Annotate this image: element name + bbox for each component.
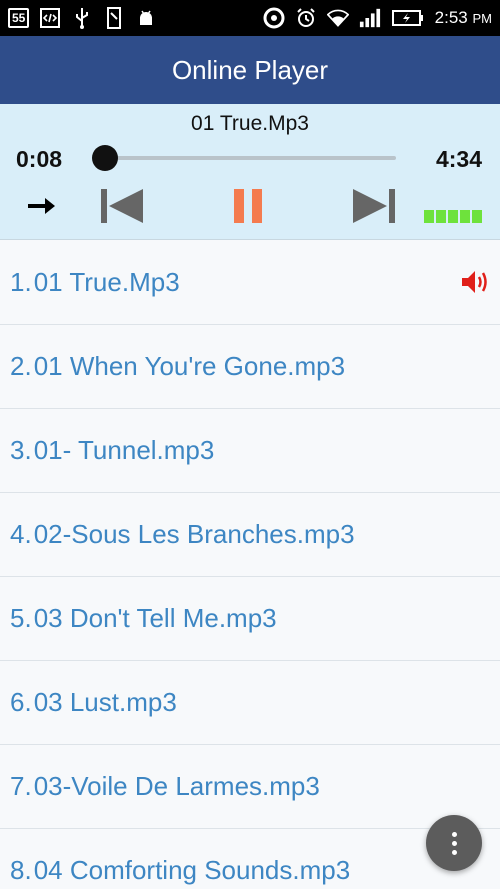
level-bar [424,210,434,223]
track-name: 03 Don't Tell Me.mp3 [33,603,277,633]
code-icon [39,7,61,29]
total-time: 4:34 [435,146,482,172]
track-number: 1. [10,267,32,297]
track-number: 8. [10,855,32,885]
player-panel: 01 True.Mp3 0:08 4:34 [0,104,500,240]
more-vert-icon-dot [451,831,457,837]
level-bar [472,210,482,223]
playlist-item[interactable]: 1. 01 True.Mp3 [0,241,500,325]
more-vert-icon-dot [451,849,457,855]
skip-previous-icon [101,189,143,223]
app-title: Online Player [171,54,329,85]
level-bar [460,210,470,223]
next-button[interactable] [348,184,400,228]
previous-button[interactable] [96,184,148,228]
seek-bar[interactable] [92,145,396,171]
pause-icon [234,189,262,223]
status-bar-right: 2:53 PM [263,7,492,29]
track-number: 5. [10,603,32,633]
usb-icon [71,7,93,29]
playlist: 1. 01 True.Mp3 2. 01 When You're Gone.mp3 … [0,241,500,889]
clock: 2:53 PM [435,8,492,28]
playlist-item[interactable]: 3. 01- Tunnel.mp3 [0,409,500,493]
app-bar: Online Player [0,36,500,104]
level-bar [436,210,446,223]
current-time: 0:08 [16,146,63,172]
track-name: 01 True.Mp3 [33,267,180,297]
track-number: 6. [10,687,32,717]
track-name: 01- Tunnel.mp3 [33,435,215,465]
clock-ampm: PM [472,11,493,26]
sd-card-icon [103,7,125,29]
alarm-icon [295,7,317,29]
track-number: 4. [10,519,32,549]
repeat-button[interactable] [20,184,64,228]
now-playing-title: 01 True.Mp3 [191,112,309,135]
playlist-item[interactable]: 7. 03-Voile De Larmes.mp3 [0,745,500,829]
arrow-right-icon [28,198,55,214]
seek-track [96,156,396,160]
playlist-item[interactable]: 5. 03 Don't Tell Me.mp3 [0,577,500,661]
level-bar [448,210,458,223]
track-number: 3. [10,435,32,465]
track-name: 03-Voile De Larmes.mp3 [33,771,320,801]
playlist-item[interactable]: 4. 02-Sous Les Branches.mp3 [0,493,500,577]
more-options-button[interactable] [426,815,482,871]
signal-icon [359,7,381,29]
battery-icon [391,7,425,29]
track-number: 2. [10,351,32,381]
notification-count-badge: 55 [8,8,30,28]
wifi-icon [326,7,349,29]
volume-level-meter [424,210,482,223]
speaker-playing-icon [462,271,487,293]
skip-next-icon [353,189,395,223]
track-name: 01 When You're Gone.mp3 [33,351,346,381]
android-icon [135,7,157,29]
track-name: 03 Lust.mp3 [33,687,177,717]
playlist-item[interactable]: 8. 04 Comforting Sounds.mp3 [0,829,500,889]
clock-time: 2:53 [434,8,468,27]
more-vert-icon-dot [451,840,457,846]
pause-button[interactable] [222,184,274,228]
track-number: 7. [10,771,32,801]
status-bar-left: 55 [8,7,157,29]
status-bar: 55 2:53 PM [0,0,500,36]
playlist-item[interactable]: 2. 01 When You're Gone.mp3 [0,325,500,409]
track-name: 04 Comforting Sounds.mp3 [33,855,351,885]
beats-icon [263,7,285,29]
playlist-item[interactable]: 6. 03 Lust.mp3 [0,661,500,745]
track-name: 02-Sous Les Branches.mp3 [33,519,355,549]
seek-thumb[interactable] [92,145,118,171]
